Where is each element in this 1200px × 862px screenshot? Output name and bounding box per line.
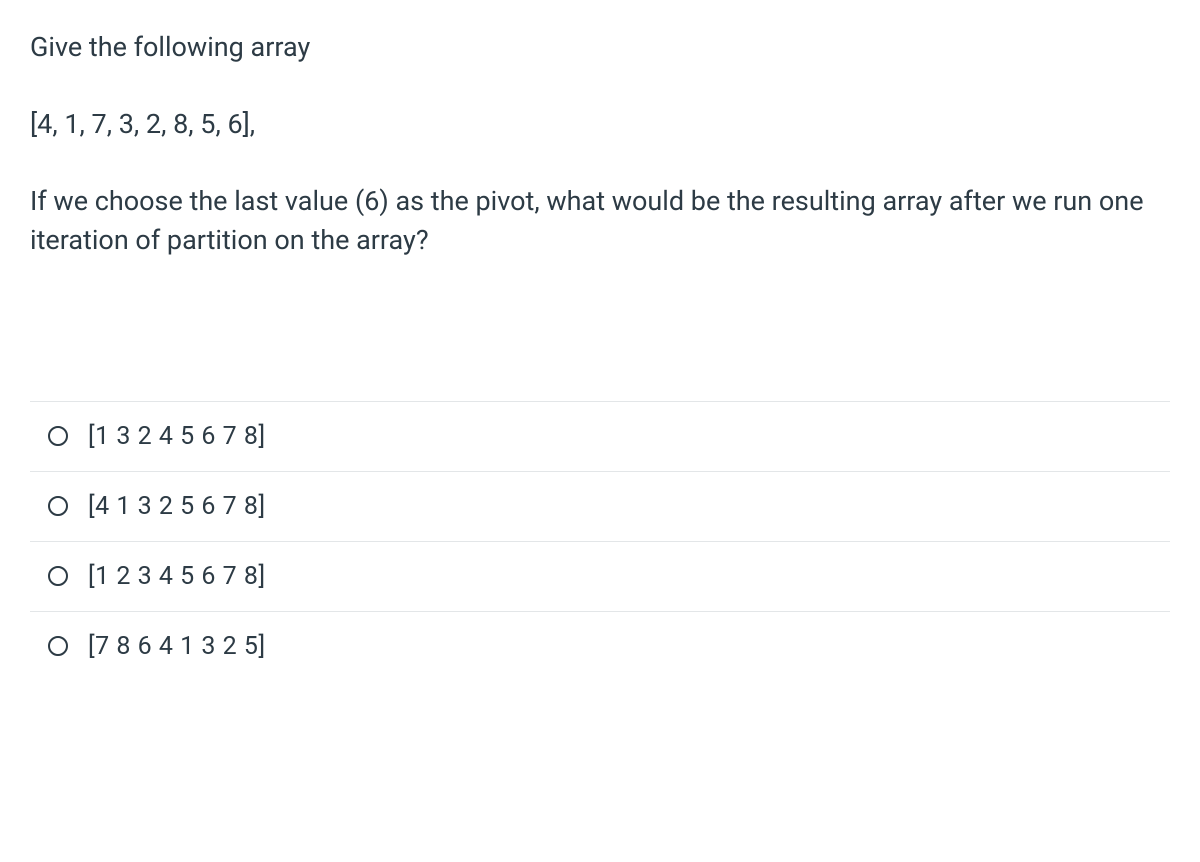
radio-icon — [48, 636, 68, 656]
option-2[interactable]: [4 1 3 2 5 6 7 8] — [30, 472, 1170, 542]
option-label: [1 2 3 4 5 6 7 8] — [88, 562, 266, 591]
radio-icon — [48, 566, 68, 586]
option-4[interactable]: [7 8 6 4 1 3 2 5] — [30, 612, 1170, 681]
option-3[interactable]: [1 2 3 4 5 6 7 8] — [30, 542, 1170, 612]
options-list: [1 3 2 4 5 6 7 8] [4 1 3 2 5 6 7 8] [1 2… — [30, 401, 1170, 681]
question-line-3: If we choose the last value (6) as the p… — [30, 182, 1170, 260]
question-line-1: Give the following array — [30, 28, 1170, 67]
option-label: [7 8 6 4 1 3 2 5] — [88, 632, 266, 661]
question-line-2: [4, 1, 7, 3, 2, 8, 5, 6], — [30, 105, 1170, 144]
radio-icon — [48, 426, 68, 446]
option-label: [1 3 2 4 5 6 7 8] — [88, 422, 266, 451]
option-label: [4 1 3 2 5 6 7 8] — [88, 492, 266, 521]
question-stem: Give the following array [4, 1, 7, 3, 2,… — [30, 28, 1170, 261]
radio-icon — [48, 496, 68, 516]
option-1[interactable]: [1 3 2 4 5 6 7 8] — [30, 402, 1170, 472]
